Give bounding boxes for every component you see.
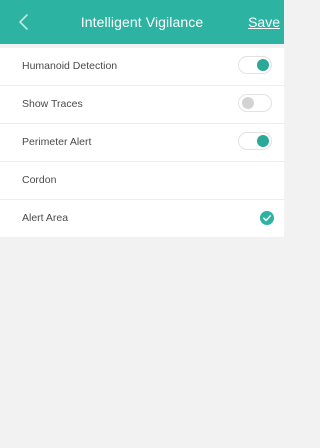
page-title: Intelligent Vigilance <box>80 14 204 30</box>
intelligent-vigilance-screen: Intelligent Vigilance Save Humanoid Dete… <box>0 0 284 448</box>
perimeter-alert-toggle[interactable] <box>238 132 272 150</box>
toggle-knob <box>242 97 254 109</box>
alert-area-checkbox[interactable] <box>260 211 274 225</box>
setting-label: Show Traces <box>22 98 83 110</box>
humanoid-detection-toggle[interactable] <box>238 56 272 74</box>
toggle-knob <box>257 135 269 147</box>
setting-label: Cordon <box>22 174 57 186</box>
setting-label: Perimeter Alert <box>22 136 92 148</box>
nav-bar: Intelligent Vigilance Save <box>0 0 284 44</box>
save-button[interactable]: Save <box>248 0 280 44</box>
settings-list: Humanoid Detection Show Traces Perimeter… <box>0 48 284 237</box>
setting-row-perimeter-alert[interactable]: Perimeter Alert <box>0 124 284 162</box>
show-traces-toggle[interactable] <box>238 94 272 112</box>
setting-row-show-traces[interactable]: Show Traces <box>0 86 284 124</box>
setting-row-alert-area[interactable]: Alert Area <box>0 200 284 237</box>
checkmark-icon <box>263 215 272 222</box>
setting-label: Alert Area <box>22 212 69 224</box>
setting-row-cordon[interactable]: Cordon <box>0 162 284 200</box>
toggle-knob <box>257 59 269 71</box>
setting-label: Humanoid Detection <box>22 60 118 72</box>
setting-row-humanoid-detection[interactable]: Humanoid Detection <box>0 48 284 86</box>
